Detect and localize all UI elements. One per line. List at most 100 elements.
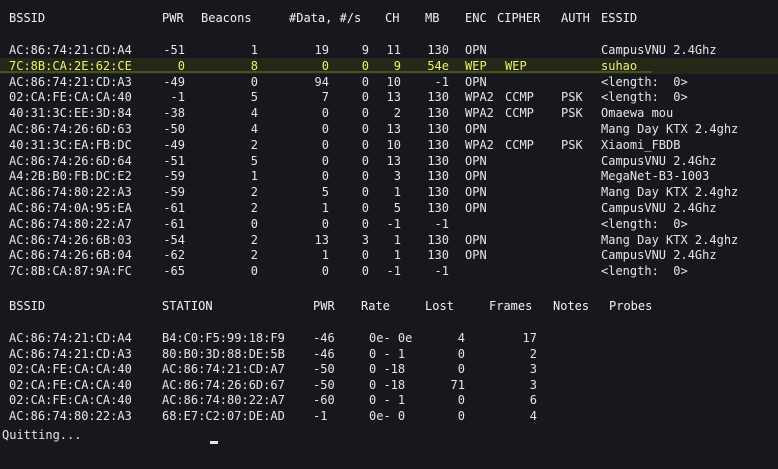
ap-cell-essid: Omaewa mou	[601, 106, 674, 121]
ap-row: 7C:8B:CA:2E:62:CE 0 8 0 0 9 54e WEP WEP suhao	[0, 57, 778, 74]
ap-cell-essid: Mang Day KTX 2.4ghz	[601, 122, 739, 136]
ap-cell-pwr: -51	[163, 43, 185, 57]
ap-cell-pwr: -38	[163, 106, 185, 121]
ap-row: 40:31:3C:EA:FB:DC -49 2 0 0 10 130 WPA2 CCMP PSK X…	[0, 137, 778, 153]
header-mb: MB	[425, 11, 440, 25]
ap-cell-mb: 130	[427, 90, 449, 105]
ap-cell-mb: -1	[434, 264, 449, 279]
header-probes: Probes	[609, 299, 653, 313]
ap-cell-bssid: AC:86:74:26:6D:63	[9, 122, 132, 136]
ap-cell-mb: 130	[427, 122, 449, 136]
ap-cell-cipher: WEP	[505, 58, 527, 73]
ap-cell-pwr: -61	[163, 201, 185, 215]
station-row: 02:CA:FE:CA:CA:40 AC:86:74:21:CD:A7 -50 0 -…	[0, 361, 778, 377]
station-cell-frames: 3	[529, 377, 537, 392]
station-cell-station: AC:86:74:21:CD:A7	[162, 362, 285, 377]
header-beacons: Beacons	[201, 11, 252, 25]
ap-cell-pwr: -59	[163, 169, 185, 184]
ap-cell-cipher: CCMP	[505, 90, 534, 105]
ap-cell-enc: OPN	[465, 153, 487, 168]
ap-cell-enc: WPA2	[465, 137, 494, 152]
ap-cell-mb: 54e	[427, 58, 449, 73]
station-cell-pwr: -46	[313, 346, 335, 361]
station-cell-bssid: 02:CA:FE:CA:CA:40	[9, 393, 132, 408]
header-data: #Data, #/s	[289, 11, 362, 25]
station-cell-station: B4:C0:F5:99:18:F9	[162, 331, 285, 345]
station-cell-lost: 71	[450, 377, 465, 392]
station-cell-pwr: -60	[313, 393, 335, 408]
ap-cell-beacons: 4	[250, 122, 258, 136]
ap-cell-mb: 130	[427, 201, 449, 215]
ap-cell-beacons: 2	[250, 201, 258, 215]
ap-row: AC:86:74:26:6B:03 -54 2 13 3 1 130 OPN Mang Day …	[0, 232, 778, 248]
ap-cell-mb: 130	[427, 137, 449, 152]
ap-cell-bssid: 40:31:3C:EA:FB:DC	[9, 137, 132, 152]
ap-cell-bssid: AC:86:74:80:22:A7	[9, 216, 132, 231]
ap-cell-enc: OPN	[465, 169, 487, 184]
ap-cell-beacons: 0	[250, 74, 258, 89]
ap-cell-essid: CampusVNU 2.4Ghz	[601, 201, 717, 215]
station-cell-frames: 6	[529, 393, 537, 408]
ap-row: AC:86:74:26:6D:63 -50 4 0 0 13 130 OPN Mang Day …	[0, 121, 778, 137]
station-cell-bssid: 02:CA:FE:CA:CA:40	[9, 377, 132, 392]
ap-cell-essid: <length: 0>	[601, 216, 688, 231]
ap-cell-bssid: AC:86:74:26:6D:64	[9, 153, 132, 168]
ap-cell-bssid: A4:2B:B0:FB:DC:E2	[9, 169, 132, 184]
station-cell-station: AC:86:74:26:6D:67	[162, 377, 285, 392]
ap-cell-cipher: CCMP	[505, 137, 534, 152]
station-row: AC:86:74:80:22:A3 68:E7:C2:07:DE:AD -1 0e- …	[0, 408, 778, 424]
ap-cell-bssid: AC:86:74:21:CD:A3	[9, 74, 132, 89]
station-cell-pwr: -50	[313, 362, 335, 377]
ap-cell-essid: Mang Day KTX 2.4ghz	[601, 232, 739, 247]
ap-cell-enc: OPN	[465, 185, 487, 200]
station-cell-bssid: AC:86:74:80:22:A3	[9, 409, 132, 423]
ap-cell-enc: OPN	[465, 74, 487, 89]
ap-cell-beacons: 4	[250, 106, 258, 121]
ap-row: AC:86:74:80:22:A3 -59 2 5 0 1 130 OPN Mang Day K…	[0, 184, 778, 200]
ap-cell-essid: CampusVNU 2.4Ghz	[601, 248, 717, 263]
header-notes: Notes	[553, 299, 590, 313]
station-cell-frames: 4	[529, 409, 537, 423]
ap-cell-bssid: AC:86:74:21:CD:A4	[9, 43, 132, 57]
ap-cell-enc: OPN	[465, 122, 487, 136]
ap-cell-mb: 130	[427, 185, 449, 200]
station-row: AC:86:74:21:CD:A4 B4:C0:F5:99:18:F9 -46 0e-…	[0, 330, 778, 346]
ap-cell-essid: <length: 0>	[601, 74, 688, 89]
ap-cell-bssid: 40:31:3C:EE:3D:84	[9, 106, 132, 121]
ap-cell-bssid: 7C:8B:CA:87:9A:FC	[9, 264, 132, 279]
station-cell-rate: 0 - 1	[369, 346, 406, 361]
terminal-window[interactable]: BSSID PWR Beacons #Data, #/s CH MB ENC C…	[0, 0, 778, 445]
header-cipher: CIPHER	[497, 11, 541, 25]
header-frames: Frames	[489, 299, 533, 313]
station-cell-frames: 17	[522, 331, 537, 345]
header-ch: CH	[385, 11, 400, 25]
ap-cell-mb: 130	[427, 106, 449, 121]
ap-cell-cipher: CCMP	[505, 106, 534, 121]
ap-cell-bssid: AC:86:74:80:22:A3	[9, 185, 132, 200]
header-bssid: BSSID	[9, 11, 46, 25]
ap-cell-pwr: -54	[163, 232, 185, 247]
ap-row: AC:86:74:26:6D:64 -51 5 0 0 13 130 OPN CampusVNU…	[0, 153, 778, 169]
ap-cell-beacons: 1	[250, 43, 258, 57]
station-cell-station: 68:E7:C2:07:DE:AD	[162, 409, 285, 423]
station-cell-pwr: -1	[313, 409, 328, 423]
ap-cell-essid: CampusVNU 2.4Ghz	[601, 153, 717, 168]
ap-cell-beacons: 5	[250, 90, 258, 105]
ap-cell-pwr: -49	[163, 137, 185, 152]
ap-table-header: BSSID PWR Beacons #Data, #/s CH MB ENC C…	[0, 10, 778, 26]
header-lost: Lost	[425, 299, 454, 313]
header-auth: AUTH	[561, 11, 590, 25]
ap-cell-auth: PSK	[561, 106, 583, 121]
station-row: AC:86:74:21:CD:A3 80:B0:3D:88:DE:5B -46 0 -…	[0, 346, 778, 362]
ap-cell-bssid: 7C:8B:CA:2E:62:CE	[9, 58, 132, 73]
ap-cell-auth: PSK	[561, 90, 583, 105]
ap-cell-pwr: -1	[170, 90, 185, 105]
ap-cell-enc: WPA2	[465, 90, 494, 105]
ap-cell-mb: -1	[434, 74, 449, 89]
station-cell-lost: 0	[457, 409, 465, 423]
terminal-cursor	[210, 441, 218, 444]
ap-cell-bssid: AC:86:74:26:6B:04	[9, 248, 132, 263]
ap-cell-pwr: -50	[163, 122, 185, 136]
station-cell-bssid: 02:CA:FE:CA:CA:40	[9, 362, 132, 377]
header-rate: Rate	[361, 299, 390, 313]
